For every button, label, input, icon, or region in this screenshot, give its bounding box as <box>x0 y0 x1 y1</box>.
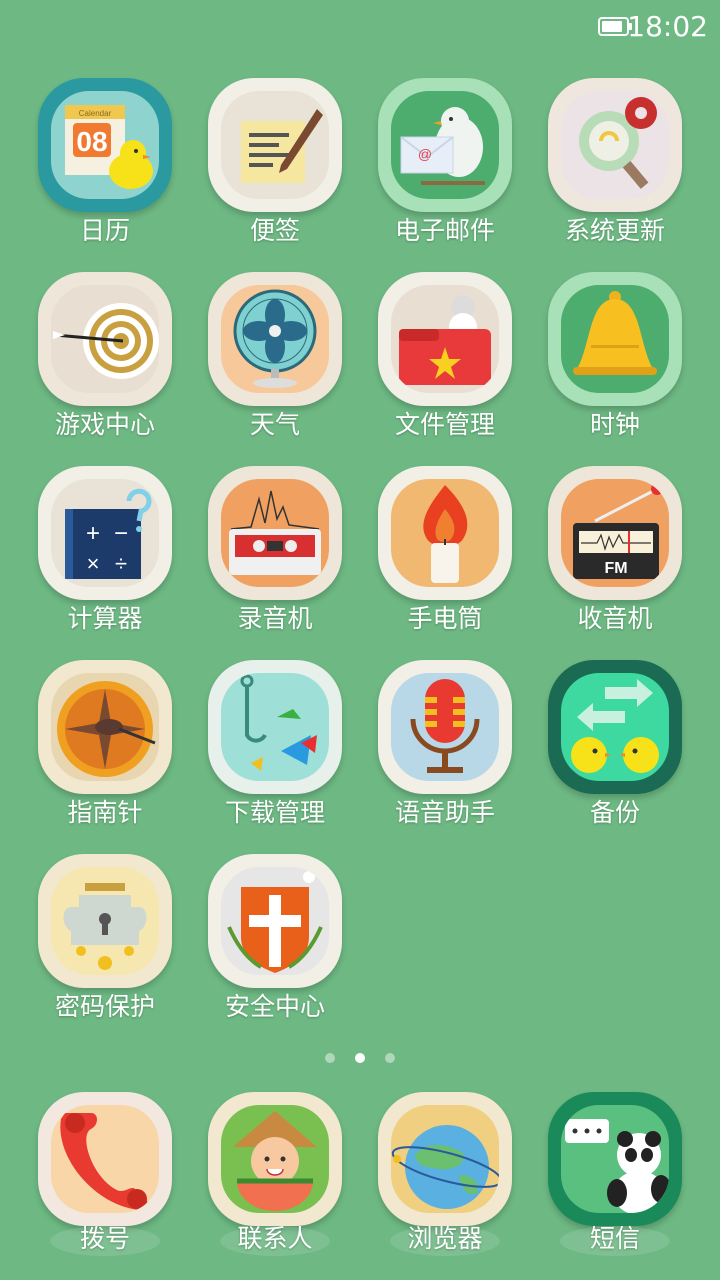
app-clock[interactable]: 时钟 <box>530 272 700 452</box>
app-label: 手电筒 <box>407 604 483 633</box>
app-label: 电子邮件 <box>394 216 495 245</box>
app-weather[interactable]: 天气 <box>190 272 360 452</box>
backup-icon <box>548 660 682 794</box>
app-calendar[interactable]: Calendar 08 日历 <box>20 78 190 258</box>
browser-icon <box>378 1092 512 1226</box>
svg-text:×: × <box>87 551 100 576</box>
app-calculator[interactable]: + − × ÷ 计算器 <box>20 466 190 646</box>
app-notes[interactable]: 便签 <box>190 78 360 258</box>
app-label: 系统更新 <box>564 216 665 245</box>
page-dot-active[interactable] <box>355 1053 365 1063</box>
security-center-icon <box>208 854 342 988</box>
system-update-icon <box>548 78 682 212</box>
contacts-icon <box>208 1092 342 1226</box>
app-label: 时钟 <box>589 410 640 439</box>
app-security-center[interactable]: 安全中心 <box>190 854 360 1034</box>
app-label: 日历 <box>79 216 130 245</box>
app-label: 联系人 <box>237 1224 313 1253</box>
messages-icon <box>548 1092 682 1226</box>
app-label: 语音助手 <box>394 798 495 827</box>
app-label: 密码保护 <box>54 992 155 1021</box>
voice-assistant-icon <box>378 660 512 794</box>
app-password-protect[interactable]: 密码保护 <box>20 854 190 1034</box>
app-email[interactable]: @ 电子邮件 <box>360 78 530 258</box>
app-label: 便签 <box>249 216 300 245</box>
app-label: 游戏中心 <box>54 410 155 439</box>
svg-text:+: + <box>86 520 100 547</box>
page-indicator <box>0 1048 720 1063</box>
app-file-manager[interactable]: 文件管理 <box>360 272 530 452</box>
app-label: 指南针 <box>67 798 143 827</box>
dock-phone[interactable]: 拨号 <box>20 1092 190 1262</box>
battery-icon <box>598 17 632 36</box>
app-download-manager[interactable]: 下载管理 <box>190 660 360 840</box>
calendar-icon: Calendar 08 <box>38 78 172 212</box>
app-label: 浏览器 <box>407 1224 483 1253</box>
compass-icon <box>38 660 172 794</box>
app-label: 录音机 <box>237 604 313 633</box>
app-recorder[interactable]: 录音机 <box>190 466 360 646</box>
status-time: 18:02 <box>627 10 708 43</box>
svg-text:−: − <box>114 520 128 547</box>
app-radio[interactable]: FM 收音机 <box>530 466 700 646</box>
page-dot[interactable] <box>385 1053 395 1063</box>
app-compass[interactable]: 指南针 <box>20 660 190 840</box>
app-label: 计算器 <box>67 604 143 633</box>
app-label: 天气 <box>249 410 300 439</box>
app-label: 下载管理 <box>224 798 325 827</box>
download-manager-icon <box>208 660 342 794</box>
email-at-text: @ <box>418 146 432 162</box>
radio-fm-text: FM <box>604 560 627 577</box>
app-game-center[interactable]: 游戏中心 <box>20 272 190 452</box>
phone-icon <box>38 1092 172 1226</box>
app-label: 安全中心 <box>224 992 325 1021</box>
app-backup[interactable]: 备份 <box>530 660 700 840</box>
weather-icon <box>208 272 342 406</box>
clock-icon <box>548 272 682 406</box>
status-bar: 18:02 <box>0 0 720 56</box>
notes-icon <box>208 78 342 212</box>
dock: 拨号 联系人 浏览器 短信 <box>20 1092 700 1262</box>
flashlight-icon <box>378 466 512 600</box>
calendar-day-text: 08 <box>76 126 107 157</box>
app-label: 备份 <box>589 798 640 827</box>
dock-messages[interactable]: 短信 <box>530 1092 700 1262</box>
recorder-icon <box>208 466 342 600</box>
file-manager-icon <box>378 272 512 406</box>
email-icon: @ <box>378 78 512 212</box>
page-dot[interactable] <box>325 1053 335 1063</box>
dock-browser[interactable]: 浏览器 <box>360 1092 530 1262</box>
game-center-icon <box>38 272 172 406</box>
dock-contacts[interactable]: 联系人 <box>190 1092 360 1262</box>
password-protect-icon <box>38 854 172 988</box>
app-flashlight[interactable]: 手电筒 <box>360 466 530 646</box>
battery-level <box>602 21 622 32</box>
app-label: 短信 <box>589 1224 640 1253</box>
app-label: 文件管理 <box>394 410 495 439</box>
calendar-header-text: Calendar <box>79 109 112 118</box>
app-voice-assistant[interactable]: 语音助手 <box>360 660 530 840</box>
radio-icon: FM <box>548 466 682 600</box>
app-system-update[interactable]: 系统更新 <box>530 78 700 258</box>
svg-text:÷: ÷ <box>115 551 127 576</box>
app-label: 拨号 <box>79 1224 130 1253</box>
app-label: 收音机 <box>577 604 653 633</box>
calculator-icon: + − × ÷ <box>38 466 172 600</box>
